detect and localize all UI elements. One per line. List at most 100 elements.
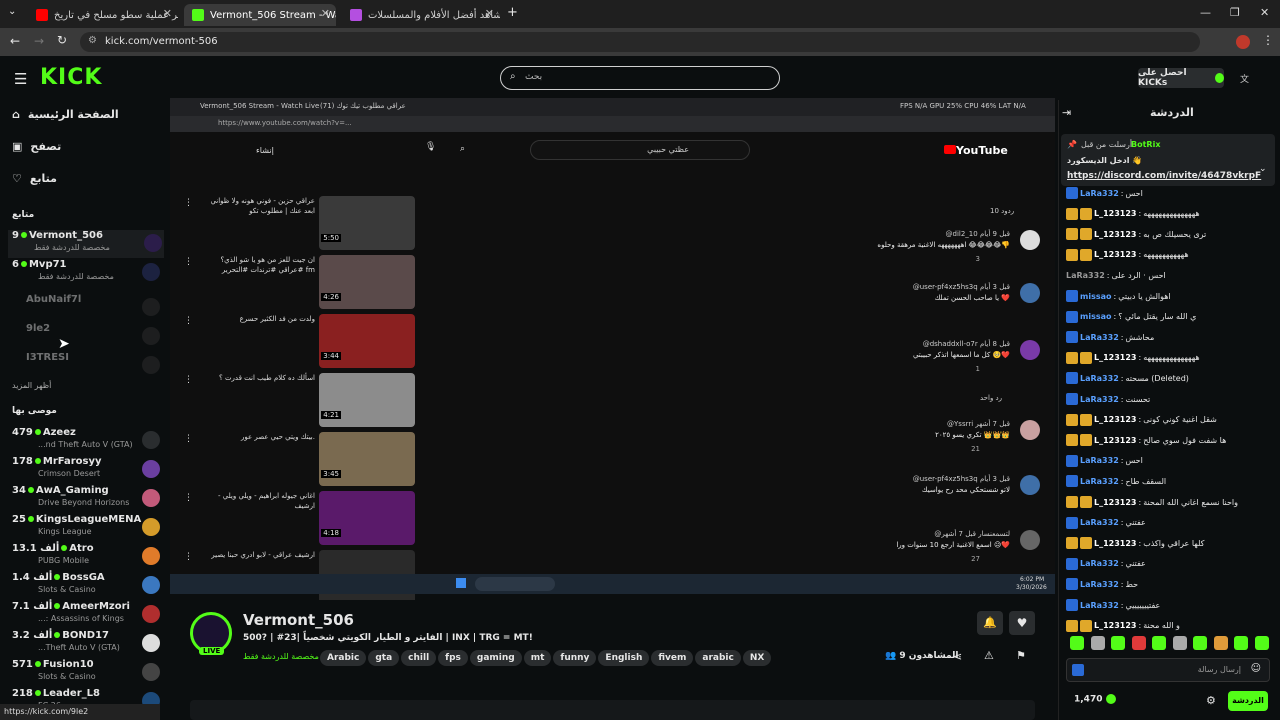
- emoji-icon[interactable]: ☺: [1251, 663, 1261, 674]
- stream-tag[interactable]: NX: [742, 650, 772, 666]
- sidebar-channel-recommended[interactable]: 34 AwA_Gaming Drive Beyond Horizons: [12, 485, 162, 513]
- emote-icon[interactable]: [1193, 636, 1207, 650]
- get-kicks-button[interactable]: احصل على KICKs: [1138, 68, 1224, 88]
- chat-username[interactable]: LaRa332: [1080, 518, 1119, 527]
- sidebar-channel-recommended[interactable]: 571 Fusion10 Slots & Casino: [12, 659, 162, 687]
- youtube-video-item[interactable]: ولدت من فد الكثير حسرع 3:44 ⋮: [184, 314, 415, 372]
- collapse-chat-icon[interactable]: ⇥: [1062, 106, 1071, 119]
- chevron-down-icon[interactable]: ⌄: [1259, 164, 1267, 174]
- sidebar-channel-recommended[interactable]: 3.2 ألف BOND17 ...Theft Auto V (GTA): [12, 630, 162, 658]
- share-icon[interactable]: ⋖: [953, 650, 962, 663]
- streamer-name[interactable]: Vermont_506: [243, 611, 354, 629]
- youtube-video-item[interactable]: اغاني جيوله ابراهيم - ويلي ويلي - ارشيف 4…: [184, 491, 415, 549]
- chat-username[interactable]: L_123123: [1094, 230, 1137, 239]
- close-icon[interactable]: ✕: [321, 7, 330, 20]
- more-options-icon[interactable]: ⋮: [184, 552, 193, 562]
- browser-tab-1[interactable]: اكبر عملية سطو مسلح في تاريخ ✕: [28, 4, 178, 26]
- sidebar-channel-recommended[interactable]: 7.1 ألف AmeerMzori ...: Assassins of Kings: [12, 601, 162, 629]
- emote-icon[interactable]: [1234, 636, 1248, 650]
- new-tab-button[interactable]: +: [507, 5, 518, 20]
- browser-tab-2[interactable]: Vermont_506 Stream - Watch Live ✕: [184, 4, 336, 26]
- emote-icon[interactable]: [1172, 636, 1187, 650]
- sidebar-channel-9le2[interactable]: 9le2: [12, 323, 162, 351]
- stream-tag[interactable]: fivem: [651, 650, 694, 666]
- emote-icon[interactable]: [1152, 636, 1166, 650]
- reload-icon[interactable]: ↻: [57, 33, 67, 47]
- minimize-icon[interactable]: —: [1200, 6, 1211, 19]
- more-options-icon[interactable]: ⋮: [184, 198, 193, 208]
- chat-username[interactable]: missao: [1080, 312, 1112, 321]
- youtube-video-item[interactable]: اسألك ده كلام طيب انت قدرت ؟ 4:21 ⋮: [184, 373, 415, 431]
- show-more-link[interactable]: أظهر المزيد: [12, 381, 51, 390]
- sidebar-channel-recommended[interactable]: 13.1 ألف Atro PUBG Mobile: [12, 543, 162, 571]
- back-icon[interactable]: ←: [10, 34, 20, 48]
- sidebar-channel-vermont[interactable]: 9 Vermont_506 مخصصة للدردشة فقط: [8, 230, 164, 258]
- youtube-video-item[interactable]: عراقي حزين - فوني هونه ولا ظواني ابعد عن…: [184, 196, 415, 254]
- chat-username[interactable]: L_123123: [1094, 436, 1137, 445]
- more-options-icon[interactable]: ⋮: [184, 375, 193, 385]
- url-field[interactable]: ⚙ kick.com/vermont-506: [80, 32, 1200, 52]
- youtube-video-item[interactable]: بيتك ويتي حيي عصر عور. 3:45 ⋮: [184, 432, 415, 490]
- sidebar-item-following[interactable]: ♡ متابع: [12, 168, 57, 188]
- kicks-balance[interactable]: 1,470: [1074, 694, 1116, 705]
- chat-username[interactable]: L_123123: [1094, 621, 1137, 630]
- chat-input[interactable]: إرسال رسالة ☺: [1066, 658, 1270, 682]
- stream-tag[interactable]: gta: [368, 650, 400, 666]
- profile-avatar[interactable]: [1236, 35, 1250, 49]
- restore-icon[interactable]: ❐: [1230, 6, 1240, 19]
- chat-settings-icon[interactable]: ⚙: [1206, 694, 1216, 707]
- stream-tag[interactable]: fps: [438, 650, 468, 666]
- chat-username[interactable]: L_123123: [1094, 353, 1137, 362]
- notification-bell-button[interactable]: 🔔: [977, 611, 1003, 635]
- chat-username[interactable]: LaRa332: [1080, 559, 1119, 568]
- sidebar-channel-mvp71[interactable]: 6 Mvp71 مخصصة للدردشة فقط: [12, 259, 162, 287]
- sidebar-channel-recommended[interactable]: 479 Azeez ...nd Theft Auto V (GTA): [12, 427, 162, 455]
- emote-icon[interactable]: [1070, 636, 1084, 650]
- sidebar-channel-recommended[interactable]: 1.4 ألف BossGA Slots & Casino: [12, 572, 162, 600]
- emote-icon[interactable]: [1213, 636, 1228, 650]
- kick-logo[interactable]: KICK: [40, 65, 102, 90]
- sidebar-channel-abunaif[interactable]: AbuNaif7l: [12, 294, 162, 322]
- youtube-video-item[interactable]: ان جيت للعز من هو يا شو الذي؟ #عراقي #تر…: [184, 255, 415, 313]
- chat-username[interactable]: LaRa332: [1080, 601, 1119, 610]
- emote-icon[interactable]: [1090, 636, 1105, 650]
- sidebar-item-browse[interactable]: ▣ تصفح: [12, 136, 61, 156]
- menu-icon[interactable]: ⋮: [1262, 33, 1274, 47]
- stream-tag[interactable]: chill: [401, 650, 437, 666]
- chat-username[interactable]: LaRa332: [1080, 374, 1119, 383]
- chat-username[interactable]: LaRa332: [1080, 189, 1119, 198]
- chat-username[interactable]: missao: [1080, 292, 1112, 301]
- chat-send-button[interactable]: الدردشة: [1228, 691, 1268, 711]
- stream-tag[interactable]: arabic: [695, 650, 741, 666]
- chat-username[interactable]: LaRa332: [1080, 395, 1119, 404]
- sidebar-channel-recommended[interactable]: 178 MrFarosyy Crimson Desert: [12, 456, 162, 484]
- stream-tag[interactable]: gaming: [469, 650, 522, 666]
- chat-username[interactable]: L_123123: [1094, 498, 1137, 507]
- chat-username[interactable]: LaRa332: [1080, 456, 1119, 465]
- stream-tag[interactable]: mt: [523, 650, 552, 666]
- chat-username[interactable]: LaRa332: [1080, 580, 1119, 589]
- report-icon[interactable]: ⚠: [984, 649, 994, 662]
- browser-tab-3[interactable]: شاهد أفضل الأفلام والمسلسلات ✕: [342, 4, 500, 26]
- chat-username[interactable]: L_123123: [1094, 250, 1137, 259]
- chat-username[interactable]: L_123123: [1094, 539, 1137, 548]
- follow-button[interactable]: ♥: [1009, 611, 1035, 635]
- emote-icon[interactable]: [1131, 636, 1146, 650]
- chat-username[interactable]: L_123123: [1094, 415, 1137, 424]
- chat-username[interactable]: LaRa332: [1080, 333, 1119, 342]
- emote-icon[interactable]: [1254, 636, 1269, 650]
- tab-search-icon[interactable]: ⌄: [8, 6, 16, 17]
- pinned-link[interactable]: https://discord.com/invite/46478vkrpF: [1067, 171, 1261, 181]
- stream-tag[interactable]: Arabic: [320, 650, 367, 666]
- emote-icon[interactable]: [1111, 636, 1125, 650]
- close-window-icon[interactable]: ✕: [1260, 6, 1269, 19]
- site-info-icon[interactable]: ⚙: [88, 35, 97, 46]
- chat-username[interactable]: LaRa332: [1066, 271, 1105, 280]
- chat-username[interactable]: LaRa332: [1080, 477, 1119, 486]
- hamburger-menu-icon[interactable]: ☰: [14, 70, 27, 88]
- sidebar-channel-i3tresi[interactable]: I3TRESI: [12, 352, 162, 380]
- forward-icon[interactable]: →: [34, 34, 44, 48]
- gift-sub-icon[interactable]: ⚑: [1016, 649, 1026, 662]
- close-icon[interactable]: ✕: [163, 7, 172, 20]
- search-input[interactable]: ⌕ بحث: [500, 66, 780, 90]
